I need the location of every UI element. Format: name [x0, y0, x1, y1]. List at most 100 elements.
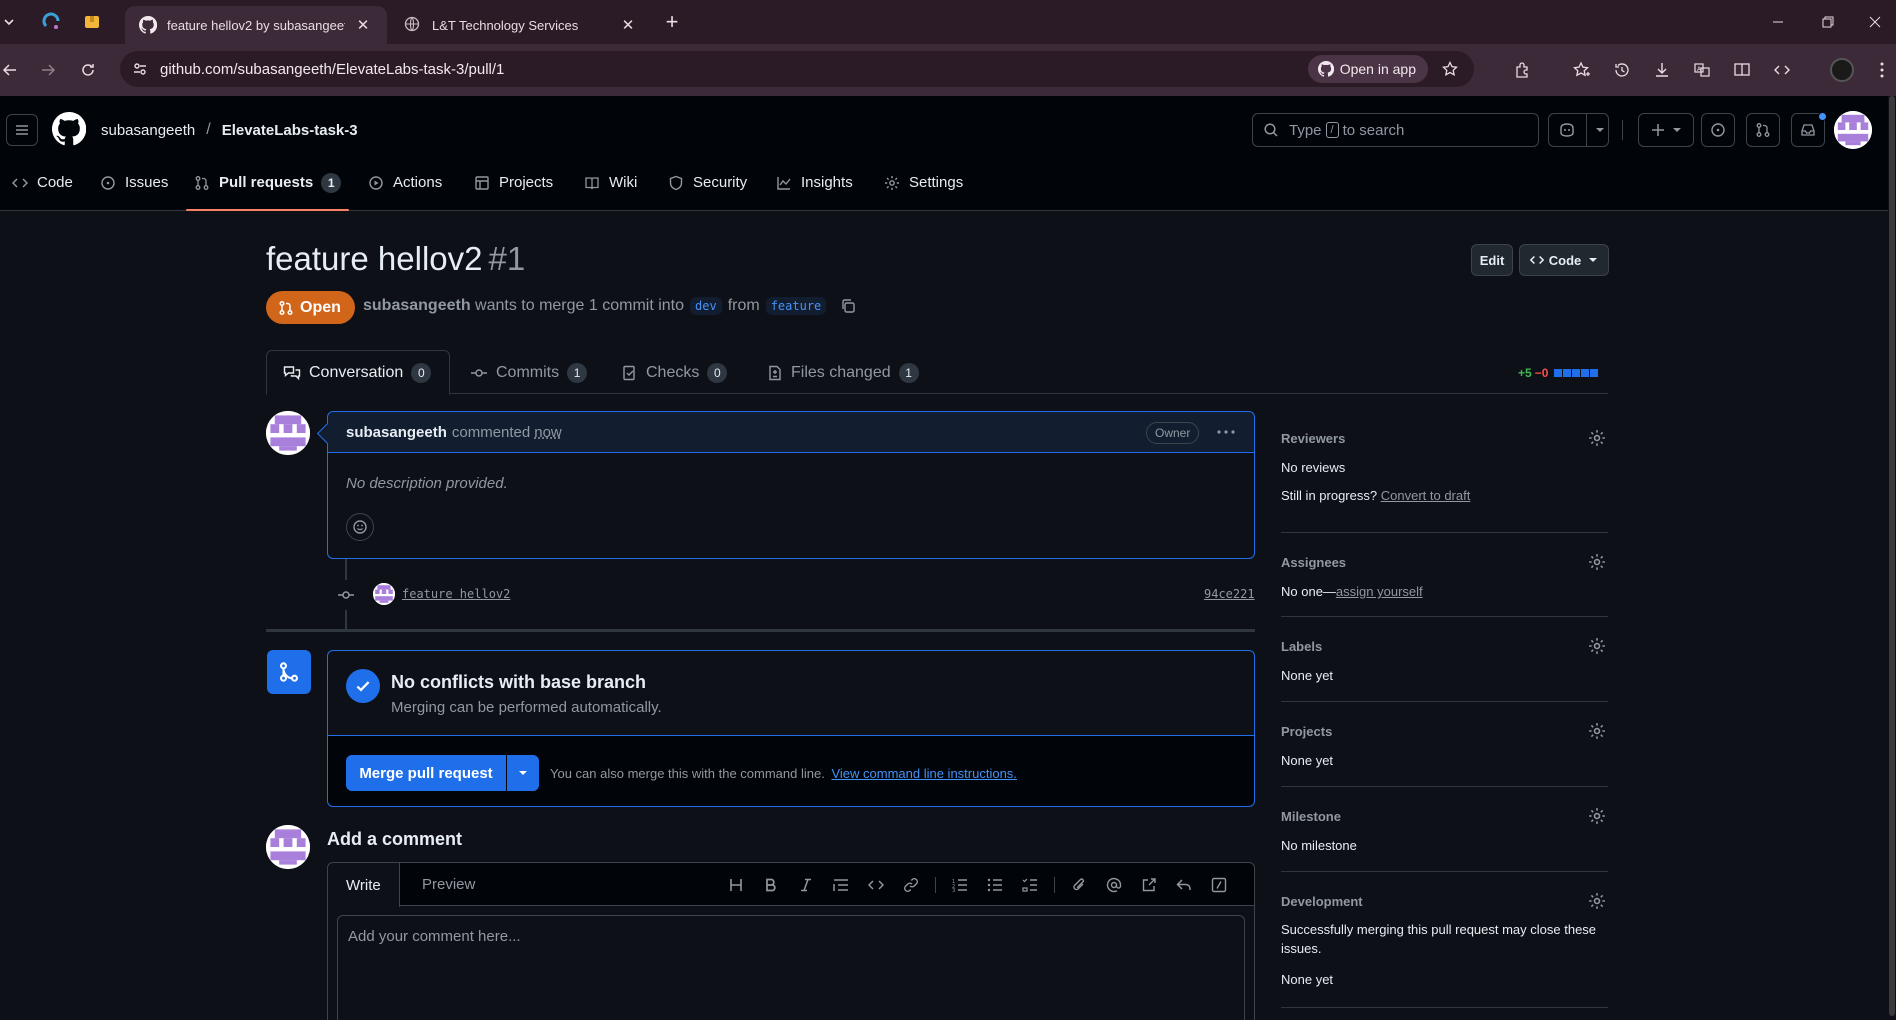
address-bar[interactable]: github.com/subasangeeth/ElevateLabs-task… [120, 51, 1474, 87]
sidebar-heading[interactable]: Milestone [1281, 809, 1341, 824]
gear-icon[interactable] [1588, 892, 1608, 912]
slash-commands-icon[interactable] [1207, 873, 1231, 897]
merge-method-chevron-down-icon[interactable] [507, 755, 539, 791]
sidebar-heading[interactable]: Assignees [1281, 555, 1346, 570]
gear-icon[interactable] [1588, 429, 1608, 449]
sidebar-heading[interactable]: Projects [1281, 724, 1332, 739]
user-avatar[interactable] [1834, 111, 1872, 149]
new-tab-plus-icon[interactable]: + [658, 8, 686, 36]
page-scrollbar[interactable] [1888, 96, 1896, 1020]
tab-close-icon[interactable]: ✕ [353, 15, 373, 35]
pinned-tab-box-icon[interactable] [72, 8, 112, 36]
base-branch[interactable]: dev [690, 297, 722, 315]
tab-conversation[interactable]: Conversation 0 [266, 350, 450, 395]
repo-owner-link[interactable]: subasangeeth [101, 122, 195, 139]
convert-to-draft-link[interactable]: Convert to draft [1381, 488, 1471, 503]
repo-name-link[interactable]: ElevateLabs-task-3 [222, 122, 358, 139]
history-icon[interactable] [1608, 56, 1636, 84]
bold-icon[interactable] [759, 873, 783, 897]
hamburger-menu-icon[interactable] [6, 114, 38, 146]
edit-title-button[interactable]: Edit [1471, 244, 1513, 276]
mention-icon[interactable] [1102, 873, 1126, 897]
bookmark-star-icon[interactable] [1436, 55, 1464, 83]
italic-icon[interactable] [794, 873, 818, 897]
tab-search-chevron-icon[interactable] [0, 8, 18, 36]
extensions-puzzle-icon[interactable] [1509, 56, 1537, 84]
pinned-tab-edge-icon[interactable] [32, 8, 72, 36]
task-list-icon[interactable] [1018, 873, 1042, 897]
github-logo-icon[interactable] [52, 112, 86, 146]
comment-author-avatar[interactable] [266, 411, 310, 455]
tab-close-icon[interactable]: ✕ [618, 15, 638, 35]
gear-icon[interactable] [1588, 722, 1608, 742]
sidebar-heading[interactable]: Development [1281, 894, 1363, 909]
commit-sha-link[interactable]: 94ce221 [1204, 587, 1255, 601]
tab-commits[interactable]: Commits 1 [454, 350, 603, 395]
pull-requests-header-button[interactable] [1746, 113, 1780, 147]
search-input[interactable]: Type / to search [1252, 113, 1539, 147]
gear-icon[interactable] [1588, 553, 1608, 573]
translate-icon[interactable]: A [1688, 56, 1716, 84]
tab-write[interactable]: Write [328, 863, 400, 907]
favorites-icon[interactable] [1568, 56, 1596, 84]
sidebar-heading[interactable]: Reviewers [1281, 431, 1345, 446]
comment-author[interactable]: subasangeeth [346, 424, 447, 441]
link-icon[interactable] [899, 873, 923, 897]
cross-reference-icon[interactable] [1137, 873, 1161, 897]
commit-message-link[interactable]: feature hellov2 [402, 587, 510, 601]
repo-nav-pull-requests[interactable]: Pull requests 1 [186, 164, 350, 211]
issues-header-button[interactable] [1701, 113, 1735, 147]
repo-nav-security[interactable]: Security [660, 164, 755, 211]
devtools-code-icon[interactable] [1768, 56, 1796, 84]
gear-icon[interactable] [1588, 807, 1608, 827]
copilot-button[interactable] [1548, 113, 1609, 147]
merge-pull-request-button[interactable]: Merge pull request [346, 755, 506, 791]
gear-icon[interactable] [1588, 637, 1608, 657]
downloads-icon[interactable] [1648, 56, 1676, 84]
code-dropdown-button[interactable]: Code [1519, 244, 1609, 276]
create-new-button[interactable] [1638, 113, 1694, 147]
repo-nav-insights[interactable]: Insights [768, 164, 861, 211]
tab-github-pr[interactable]: feature hellov2 by subasangeeth ✕ [125, 6, 387, 44]
window-minimize-icon[interactable] [1755, 0, 1801, 44]
copy-icon[interactable] [840, 298, 856, 314]
add-reaction-smiley-icon[interactable] [346, 513, 374, 541]
tab-preview[interactable]: Preview [404, 863, 493, 906]
browser-menu-icon[interactable] [1868, 56, 1896, 84]
command-line-instructions-link[interactable]: View command line instructions. [831, 766, 1016, 781]
assign-yourself-link[interactable]: assign yourself [1336, 584, 1423, 599]
heading-icon[interactable] [724, 873, 748, 897]
open-in-app-button[interactable]: Open in app [1307, 55, 1428, 83]
back-arrow-icon[interactable] [0, 56, 24, 84]
tab-checks[interactable]: Checks 0 [606, 350, 743, 395]
head-branch[interactable]: feature [765, 297, 827, 315]
repo-nav-wiki[interactable]: Wiki [576, 164, 645, 211]
window-close-icon[interactable] [1852, 0, 1896, 44]
site-info-icon[interactable] [126, 55, 154, 83]
quote-icon[interactable] [829, 873, 853, 897]
split-screen-icon[interactable] [1728, 56, 1756, 84]
comment-textarea[interactable]: Add your comment here... [337, 915, 1245, 1020]
pr-author-link[interactable]: subasangeeth [363, 297, 471, 315]
reply-icon[interactable] [1172, 873, 1196, 897]
forward-arrow-icon[interactable] [34, 56, 62, 84]
repo-nav-settings[interactable]: Settings [876, 164, 971, 211]
paperclip-icon[interactable] [1067, 873, 1091, 897]
current-user-avatar[interactable] [266, 825, 310, 869]
repo-nav-code[interactable]: Code [4, 164, 81, 211]
ordered-list-icon[interactable]: 123 [948, 873, 972, 897]
window-restore-icon[interactable] [1805, 0, 1851, 44]
repo-nav-actions[interactable]: Actions [360, 164, 450, 211]
tab-files-changed[interactable]: Files changed 1 [751, 350, 935, 395]
repo-nav-projects[interactable]: Projects [466, 164, 561, 211]
unordered-list-icon[interactable] [983, 873, 1007, 897]
reload-icon[interactable] [74, 56, 102, 84]
tab-lt-technology[interactable]: L&T Technology Services ✕ [390, 6, 652, 44]
comment-timestamp[interactable]: now [534, 424, 562, 441]
kebab-more-icon[interactable] [1213, 421, 1239, 443]
code-icon[interactable] [864, 873, 888, 897]
repo-nav-issues[interactable]: Issues [92, 164, 176, 211]
browser-profile-avatar[interactable] [1830, 58, 1854, 82]
commit-author-avatar[interactable] [373, 583, 395, 605]
sidebar-heading[interactable]: Labels [1281, 639, 1322, 654]
